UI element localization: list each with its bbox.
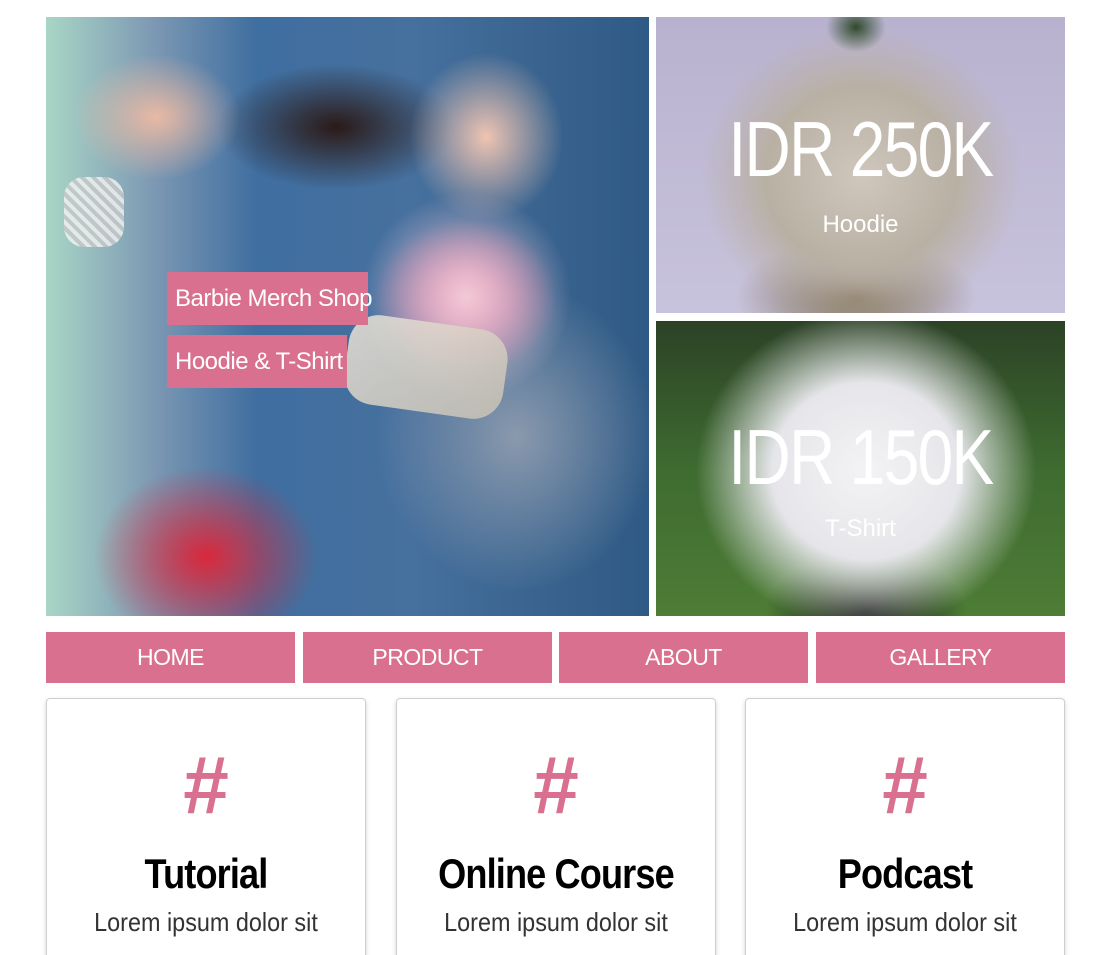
product-banner-tshirt[interactable]: IDR 150K T-Shirt bbox=[656, 321, 1065, 616]
hashtag-icon: # bbox=[882, 740, 928, 831]
card-online-course[interactable]: # Online Course Lorem ipsum dolor sit bbox=[396, 698, 716, 955]
hero-category-tag: Hoodie & T-Shirt bbox=[167, 335, 347, 388]
page: Barbie Merch Shop Hoodie & T-Shirt IDR 2… bbox=[0, 0, 1109, 955]
hero-image-detail bbox=[340, 311, 512, 423]
card-description: Lorem ipsum dolor sit bbox=[94, 907, 318, 937]
product-type-label: T-Shirt bbox=[825, 515, 896, 542]
hero-main-image: Barbie Merch Shop Hoodie & T-Shirt bbox=[46, 17, 649, 616]
card-title: Online Course bbox=[438, 850, 675, 897]
card-tutorial[interactable]: # Tutorial Lorem ipsum dolor sit bbox=[46, 698, 366, 955]
card-podcast[interactable]: # Podcast Lorem ipsum dolor sit bbox=[745, 698, 1065, 955]
hashtag-icon: # bbox=[533, 740, 579, 831]
product-banner-hoodie[interactable]: IDR 250K Hoodie bbox=[656, 17, 1065, 313]
nav-about-button[interactable]: ABOUT bbox=[559, 632, 808, 683]
card-description: Lorem ipsum dolor sit bbox=[793, 907, 1017, 937]
nav-home-button[interactable]: HOME bbox=[46, 632, 295, 683]
product-price: IDR 250K bbox=[728, 105, 994, 193]
hero-shop-name-tag: Barbie Merch Shop bbox=[167, 272, 372, 325]
nav-product-button[interactable]: PRODUCT bbox=[303, 632, 552, 683]
nav-gallery-button[interactable]: GALLERY bbox=[816, 632, 1065, 683]
card-title: Podcast bbox=[837, 850, 973, 897]
card-description: Lorem ipsum dolor sit bbox=[444, 907, 668, 937]
product-type-label: Hoodie bbox=[822, 211, 899, 238]
card-title: Tutorial bbox=[144, 850, 269, 897]
hero-image-detail bbox=[64, 177, 124, 247]
product-price: IDR 150K bbox=[728, 413, 994, 501]
hashtag-icon: # bbox=[183, 740, 229, 831]
